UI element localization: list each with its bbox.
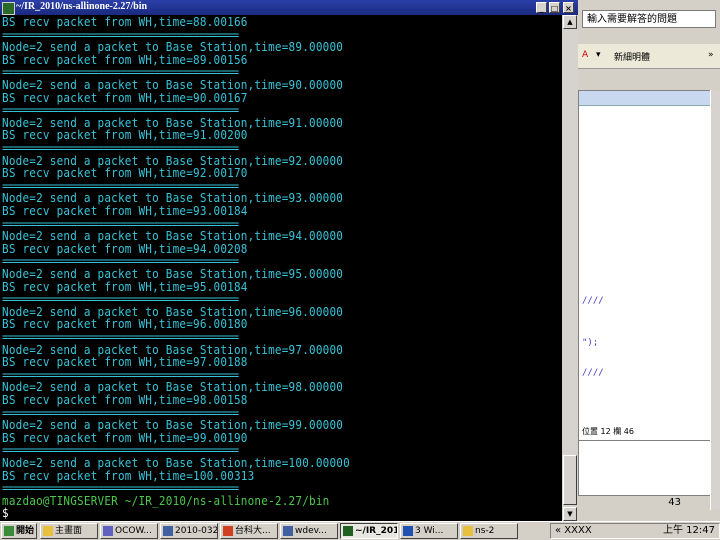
font-name[interactable]: 新細明體 (614, 50, 650, 63)
cygwin-icon (2, 2, 15, 15)
code-fragment: //// (582, 368, 604, 378)
terminal-title: ~/IR_2010/ns-allinone-2.27/bin (16, 1, 148, 12)
folder-icon (43, 526, 53, 536)
word-icon (403, 526, 413, 536)
background-word-window: 輸入需要解答的問題 A ▾ 新細明體 » //// "); //// 位置 12… (578, 0, 720, 521)
shell-prompt: mazdao@TINGSERVER ~/IR_2010/ns-allinone-… (2, 493, 330, 509)
maximize-button[interactable]: □ (549, 2, 560, 13)
ask-question-input[interactable]: 輸入需要解答的問題 (582, 10, 716, 28)
taskbar-button[interactable]: 3 Wi... (400, 523, 458, 539)
taskbar-button[interactable]: OCOW... (100, 523, 158, 539)
browser-icon (223, 526, 233, 536)
tray-icons[interactable]: « XXXX (555, 524, 592, 538)
slide-page: 43 (578, 440, 712, 508)
windows-logo-icon (4, 526, 14, 536)
document-panel (578, 90, 712, 442)
taskbar-button[interactable]: 主畫面 (40, 523, 98, 539)
taskbar-button-label: 2010-032 (175, 526, 218, 536)
taskbar-button-label: 主畫面 (55, 526, 83, 536)
start-label: 開始 (16, 526, 35, 536)
taskbar-button[interactable]: 2010-032 (160, 523, 218, 539)
status-ruler: 位置 12 欄 46 (582, 427, 634, 436)
scroll-down-icon[interactable]: ▼ (563, 507, 577, 521)
minimize-button[interactable]: _ (536, 2, 547, 13)
font-dropdown-icon[interactable]: ▾ (596, 50, 601, 60)
taskbar: 開始 主畫面 OCOW... 2010-032 台科大... wdev... ~/IR_2… (0, 521, 720, 540)
close-button[interactable]: × (563, 2, 574, 13)
taskbar-button[interactable]: 台科大... (220, 523, 278, 539)
code-fragment: //// (582, 296, 604, 306)
panel-header (579, 91, 711, 106)
cursor-line: $ (2, 506, 9, 521)
terminal-icon (343, 526, 353, 536)
taskbar-button-label: OCOW... (115, 526, 152, 536)
taskbar-button-label: 台科大... (235, 526, 271, 536)
text-direction-icon[interactable]: A (582, 50, 588, 60)
taskbar-button[interactable]: ~/IR_2010... (340, 523, 398, 539)
clock: 上午 12:47 (663, 525, 715, 536)
taskbar-button-label: ~/IR_2010... (355, 526, 397, 536)
formatting-toolbar: A ▾ 新細明體 » (578, 44, 720, 69)
taskbar-button-label: ns-2 (475, 526, 495, 536)
terminal-titlebar[interactable]: ~/IR_2010/ns-allinone-2.27/bin _ □ × (0, 0, 578, 15)
folder-icon (463, 526, 473, 536)
terminal-output[interactable]: BS recv packet from WH,time=88.00166 ====… (0, 15, 562, 521)
terminal-scrollbar[interactable]: ▲ ▼ (562, 15, 578, 521)
terminal-window: ~/IR_2010/ns-allinone-2.27/bin _ □ × BS … (0, 0, 578, 521)
taskbar-button-label: wdev... (295, 526, 327, 536)
right-scrollbar[interactable] (710, 90, 720, 510)
doc-icon (283, 526, 293, 536)
taskbar-button[interactable]: ns-2 (460, 523, 518, 539)
code-fragment: "); (582, 338, 599, 348)
doc-icon (163, 526, 173, 536)
start-button[interactable]: 開始 (1, 523, 37, 539)
system-tray: « XXXX 上午 12:47 (550, 523, 720, 539)
taskbar-button-label: 3 Wi... (415, 526, 444, 536)
page-number: 43 (668, 497, 681, 508)
scrollbar-thumb[interactable] (563, 455, 577, 505)
taskbar-button[interactable]: wdev... (280, 523, 338, 539)
toolbar-arrow-icon[interactable]: » (708, 50, 714, 60)
app-icon (103, 526, 113, 536)
scroll-up-icon[interactable]: ▲ (563, 15, 577, 29)
